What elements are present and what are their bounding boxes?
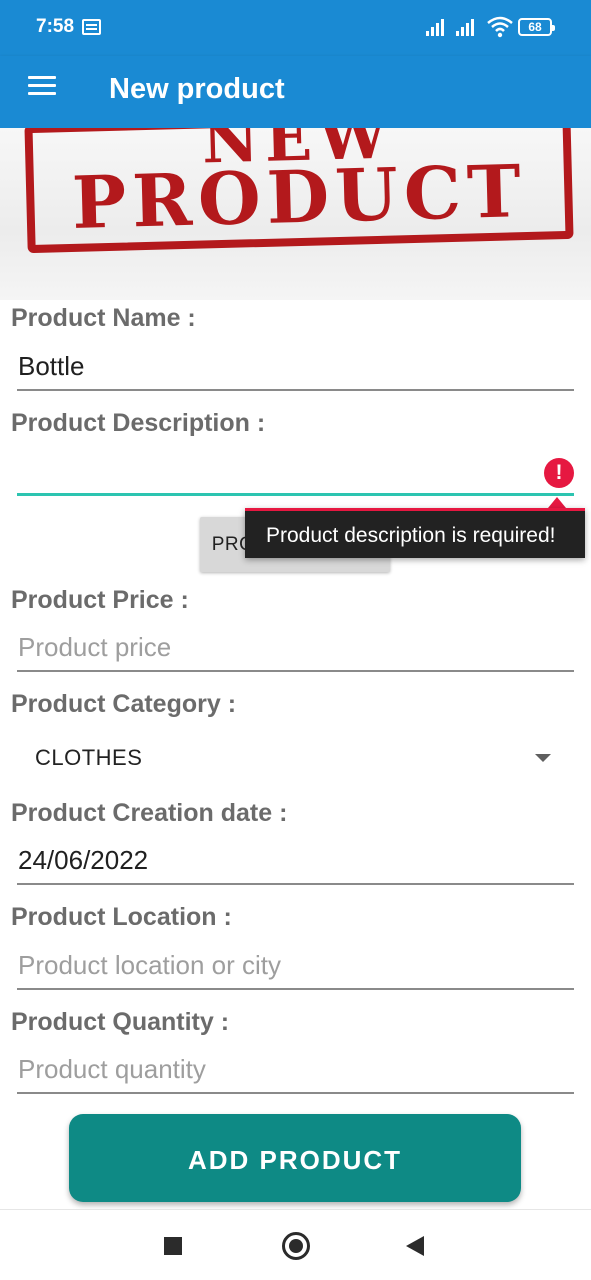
app-bar: New product bbox=[0, 56, 591, 128]
tooltip-arrow bbox=[548, 497, 566, 508]
product-price-placeholder: Product price bbox=[18, 632, 172, 662]
dropdown-arrow-icon bbox=[535, 754, 551, 762]
new-product-banner-image: NEW PRODUCT bbox=[0, 128, 591, 300]
signal-icon bbox=[456, 18, 480, 36]
product-creation-date-field[interactable]: 24/06/2022 bbox=[17, 837, 574, 885]
wifi-icon bbox=[487, 16, 513, 38]
product-price-label: Product Price : bbox=[11, 586, 189, 614]
product-location-field[interactable]: Product location or city bbox=[17, 942, 574, 990]
product-location-placeholder: Product location or city bbox=[18, 950, 282, 980]
product-name-field[interactable]: Bottle bbox=[17, 343, 574, 391]
product-description-label: Product Description : bbox=[11, 409, 266, 437]
product-description-field[interactable] bbox=[17, 448, 574, 496]
product-category-dropdown[interactable]: CLOTHES bbox=[17, 735, 574, 783]
add-product-button[interactable]: ADD PRODUCT bbox=[69, 1114, 521, 1202]
hamburger-menu-icon[interactable] bbox=[28, 76, 56, 96]
home-circle-icon[interactable] bbox=[282, 1232, 310, 1260]
sim-card-icon bbox=[82, 19, 101, 35]
product-name-label: Product Name : bbox=[11, 304, 196, 332]
product-creation-date-label: Product Creation date : bbox=[11, 799, 288, 827]
screen: 7:58 68 New product NEW PRODUCT Product … bbox=[0, 0, 591, 1280]
product-quantity-placeholder: Product quantity bbox=[18, 1054, 206, 1084]
status-bar: 7:58 68 bbox=[0, 0, 591, 56]
product-location-label: Product Location : bbox=[11, 903, 232, 931]
exclamation-icon[interactable]: ! bbox=[544, 458, 574, 488]
product-quantity-label: Product Quantity : bbox=[11, 1008, 230, 1036]
product-quantity-field[interactable]: Product quantity bbox=[17, 1046, 574, 1094]
product-category-label: Product Category : bbox=[11, 690, 237, 718]
page-title: New product bbox=[109, 73, 285, 105]
stamp-frame: NEW PRODUCT bbox=[24, 128, 574, 254]
product-name-value: Bottle bbox=[18, 351, 85, 381]
battery-icon: 68 bbox=[518, 18, 555, 36]
product-creation-date-value: 24/06/2022 bbox=[18, 845, 149, 875]
product-price-field[interactable]: Product price bbox=[17, 624, 574, 672]
product-category-selected: CLOTHES bbox=[35, 745, 143, 770]
system-nav-bar bbox=[0, 1209, 591, 1280]
back-triangle-icon[interactable] bbox=[406, 1236, 424, 1256]
status-time: 7:58 bbox=[36, 16, 75, 37]
signal-icon bbox=[426, 18, 450, 36]
error-tooltip: Product description is required! bbox=[245, 508, 585, 558]
recents-square-icon[interactable] bbox=[164, 1237, 182, 1255]
stamp-text-product: PRODUCT bbox=[70, 148, 528, 245]
